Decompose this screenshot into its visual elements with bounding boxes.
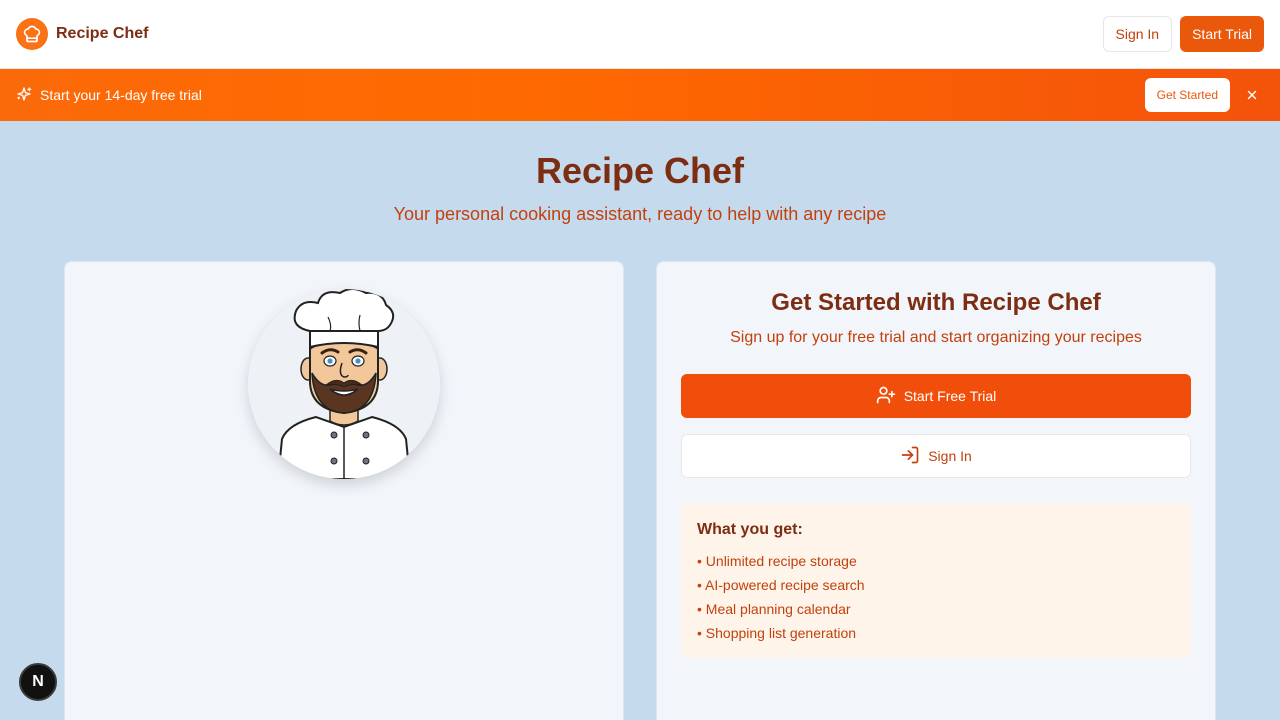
signup-title: Get Started with Recipe Chef <box>771 289 1101 316</box>
chef-illustration-card <box>64 261 624 720</box>
start-free-trial-button[interactable]: Start Free Trial <box>681 374 1191 418</box>
log-in-icon <box>900 445 920 468</box>
trial-banner: Start your 14-day free trial Get Started <box>0 69 1280 121</box>
nav-sign-in-button[interactable]: Sign In <box>1102 16 1173 52</box>
sign-in-label: Sign In <box>928 448 972 464</box>
list-item: Shopping list generation <box>697 621 1175 645</box>
nav-start-trial-button[interactable]: Start Trial <box>1180 16 1264 52</box>
page-title: Recipe Chef <box>535 150 745 191</box>
banner-get-started-button[interactable]: Get Started <box>1144 78 1230 112</box>
page-subtitle: Your personal cooking assistant, ready t… <box>393 204 887 224</box>
benefits-list: Unlimited recipe storage AI-powered reci… <box>697 549 1175 645</box>
list-item: Meal planning calendar <box>697 597 1175 621</box>
sparkles-icon <box>16 86 32 105</box>
banner-actions: Get Started <box>1144 78 1264 112</box>
brand-name: Recipe Chef <box>56 25 149 42</box>
signup-card: Get Started with Recipe Chef Sign up for… <box>656 261 1216 720</box>
signup-subtitle: Sign up for your free trial and start or… <box>730 329 1142 346</box>
brand[interactable]: Recipe Chef <box>16 18 148 50</box>
banner-text: Start your 14-day free trial <box>40 87 202 103</box>
chef-hat-logo-icon <box>16 18 48 50</box>
chef-avatar <box>248 289 440 479</box>
user-plus-icon <box>876 385 896 408</box>
nextjs-dev-badge[interactable]: N <box>19 663 57 701</box>
benefits-title: What you get: <box>697 521 803 538</box>
top-navbar: Recipe Chef Sign In Start Trial <box>0 0 1280 69</box>
close-icon[interactable] <box>1240 83 1264 107</box>
start-free-trial-label: Start Free Trial <box>903 388 997 404</box>
benefits-box: What you get: Unlimited recipe storage A… <box>681 503 1191 658</box>
nav-actions: Sign In Start Trial <box>1102 16 1264 52</box>
list-item: Unlimited recipe storage <box>697 549 1175 573</box>
list-item: AI-powered recipe search <box>697 573 1175 597</box>
banner-message: Start your 14-day free trial <box>16 86 202 105</box>
sign-in-button[interactable]: Sign In <box>681 434 1191 478</box>
